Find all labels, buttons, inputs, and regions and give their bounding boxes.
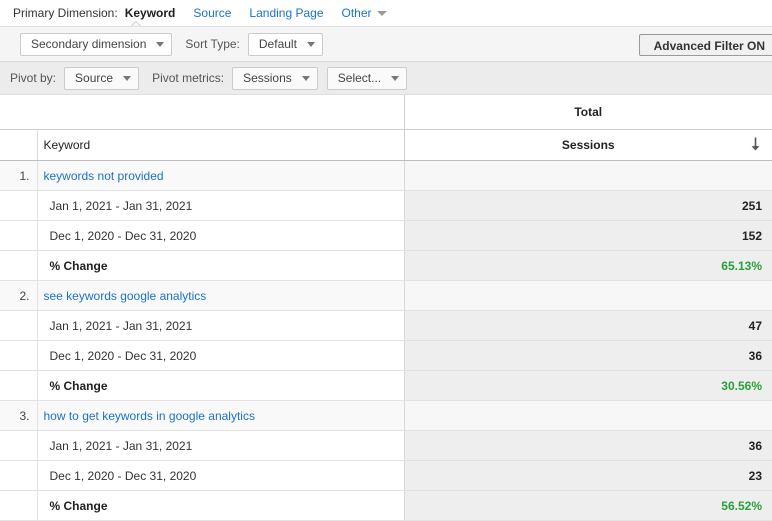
row-index-spacer xyxy=(0,370,38,401)
dimension-tab-other[interactable]: Other xyxy=(342,6,387,20)
row-index: 1. xyxy=(0,160,38,191)
table-column-header-row: Keyword Sessions xyxy=(0,129,772,161)
change-value: 56.52% xyxy=(404,490,772,521)
pivot-by-value: Source xyxy=(75,71,114,85)
pivot-toolbar: Pivot by: Source Pivot metrics: Sessions… xyxy=(0,62,772,95)
dimension-column-header[interactable]: Keyword xyxy=(37,129,405,161)
pivot-metric-1-value: Sessions xyxy=(243,71,292,85)
row-index-spacer xyxy=(0,220,38,251)
change-label: % Change xyxy=(37,250,405,281)
keyword-link[interactable]: how to get keywords in google analytics xyxy=(44,409,255,423)
table-row: % Change 65.13% xyxy=(0,250,772,281)
table-row: Jan 1, 2021 - Jan 31, 2021 36 xyxy=(0,430,772,461)
period-value: 152 xyxy=(404,220,772,251)
period-value: 251 xyxy=(404,190,772,221)
secondary-dimension-label: Secondary dimension xyxy=(31,37,147,51)
advanced-filter-button[interactable]: Advanced Filter ON xyxy=(638,34,772,56)
table-row[interactable]: 2. see keywords google analytics xyxy=(0,280,772,311)
chevron-down-icon xyxy=(123,75,132,81)
dimension-tab-keyword[interactable]: Keyword xyxy=(125,6,176,20)
row-index-spacer xyxy=(0,460,38,491)
keyword-link[interactable]: keywords not provided xyxy=(44,169,164,183)
period-label: Jan 1, 2021 - Jan 31, 2021 xyxy=(37,430,405,461)
sort-type-label: Sort Type: xyxy=(185,37,240,51)
row-keyword-value xyxy=(404,280,772,311)
row-index-spacer xyxy=(0,190,38,221)
change-value: 30.56% xyxy=(404,370,772,401)
period-label: Jan 1, 2021 - Jan 31, 2021 xyxy=(37,190,405,221)
dimension-tab-other-label: Other xyxy=(341,6,372,20)
group-header-spacer xyxy=(0,95,405,130)
table-row: Dec 1, 2020 - Dec 31, 2020 23 xyxy=(0,460,772,491)
period-label: Dec 1, 2020 - Dec 31, 2020 xyxy=(37,460,405,491)
pivot-metric-2-select[interactable]: Select... xyxy=(326,66,408,90)
period-value: 36 xyxy=(404,430,772,461)
row-keyword-value xyxy=(404,160,772,191)
sort-type-select[interactable]: Default xyxy=(247,32,323,56)
period-label: Dec 1, 2020 - Dec 31, 2020 xyxy=(37,340,405,371)
pivot-by-label: Pivot by: xyxy=(10,71,57,85)
table-row: Dec 1, 2020 - Dec 31, 2020 36 xyxy=(0,340,772,371)
dimension-tab-landing-page[interactable]: Landing Page xyxy=(249,6,323,20)
table-row: % Change 30.56% xyxy=(0,370,772,401)
secondary-toolbar: Secondary dimension Sort Type: Default A… xyxy=(0,26,772,62)
period-value: 47 xyxy=(404,310,772,341)
row-keyword-cell: how to get keywords in google analytics xyxy=(37,400,405,431)
chevron-down-icon xyxy=(376,10,387,16)
dimension-tab-source[interactable]: Source xyxy=(193,6,231,20)
metric-column-header-label: Sessions xyxy=(561,138,615,152)
row-index-spacer xyxy=(0,250,38,281)
metric-column-header[interactable]: Sessions xyxy=(404,129,772,161)
pivot-metric-2-value: Select... xyxy=(337,71,382,85)
primary-dimension-bar: Primary Dimension: Keyword Source Landin… xyxy=(0,0,772,26)
secondary-dimension-select[interactable]: Secondary dimension xyxy=(20,32,173,56)
row-index-spacer xyxy=(0,310,38,341)
sort-type-value: Default xyxy=(258,37,297,51)
row-index: 2. xyxy=(0,280,38,311)
period-value: 36 xyxy=(404,340,772,371)
period-value: 23 xyxy=(404,460,772,491)
pivot-metrics-label: Pivot metrics: xyxy=(152,71,225,85)
index-column-header xyxy=(0,129,38,161)
chevron-down-icon xyxy=(391,75,400,81)
table-group-header-row: Total xyxy=(0,95,772,130)
table-row: Jan 1, 2021 - Jan 31, 2021 251 xyxy=(0,190,772,221)
keywords-pivot-table: Total Keyword Sessions 1. keywords not p… xyxy=(0,95,772,521)
row-keyword-value xyxy=(404,400,772,431)
row-index-spacer xyxy=(0,340,38,371)
row-keyword-cell: see keywords google analytics xyxy=(37,280,405,311)
row-index: 3. xyxy=(0,400,38,431)
keyword-link[interactable]: see keywords google analytics xyxy=(44,289,207,303)
arrow-down-icon[interactable] xyxy=(749,137,762,153)
chevron-down-icon xyxy=(306,41,315,47)
group-header-total: Total xyxy=(404,95,772,130)
table-row: Jan 1, 2021 - Jan 31, 2021 47 xyxy=(0,310,772,341)
chevron-down-icon xyxy=(301,75,310,81)
change-label: % Change xyxy=(37,490,405,521)
row-index-spacer xyxy=(0,490,38,521)
primary-dimension-label: Primary Dimension: xyxy=(13,6,118,20)
table-row: % Change 56.52% xyxy=(0,490,772,521)
period-label: Jan 1, 2021 - Jan 31, 2021 xyxy=(37,310,405,341)
pivot-metric-1-select[interactable]: Sessions xyxy=(232,66,318,90)
pivot-by-select[interactable]: Source xyxy=(64,66,140,90)
row-keyword-cell: keywords not provided xyxy=(37,160,405,191)
chevron-down-icon xyxy=(156,41,165,47)
table-row: Dec 1, 2020 - Dec 31, 2020 152 xyxy=(0,220,772,251)
period-label: Dec 1, 2020 - Dec 31, 2020 xyxy=(37,220,405,251)
change-value: 65.13% xyxy=(404,250,772,281)
row-index-spacer xyxy=(0,430,38,461)
table-row[interactable]: 3. how to get keywords in google analyti… xyxy=(0,400,772,431)
table-row[interactable]: 1. keywords not provided xyxy=(0,160,772,191)
change-label: % Change xyxy=(37,370,405,401)
